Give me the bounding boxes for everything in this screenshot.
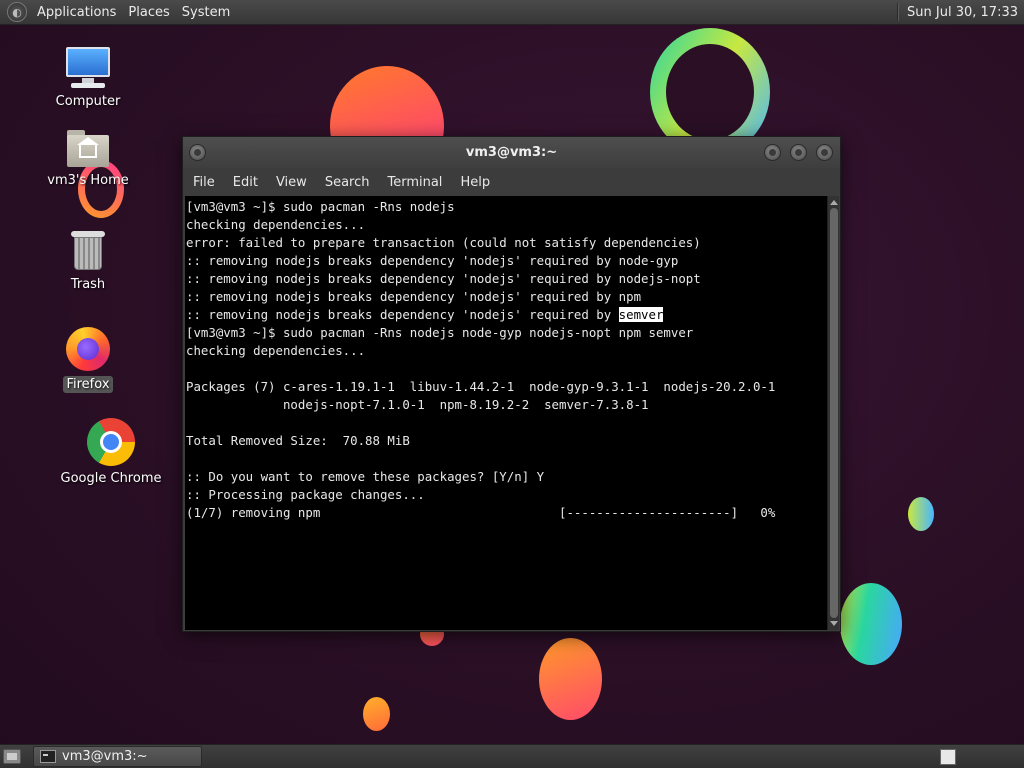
terminal-line: :: Processing package changes... (186, 487, 425, 502)
maximize-button[interactable] (790, 144, 807, 161)
chrome-icon (87, 418, 135, 466)
top-panel: ◐ Applications Places System Sun Jul 30,… (0, 0, 1024, 25)
desktop-icon-trash[interactable]: Trash (33, 228, 143, 293)
firefox-icon (65, 326, 111, 372)
terminal-line: Total Removed Size: 70.88 MiB (186, 433, 410, 448)
close-button[interactable] (816, 144, 833, 161)
menu-file[interactable]: File (186, 175, 222, 190)
terminal-line: error: failed to prepare transaction (co… (186, 235, 701, 250)
desktop-icon-label: Trash (70, 277, 106, 292)
menu-search[interactable]: Search (318, 175, 377, 190)
terminal-icon (40, 750, 56, 763)
wallpaper-blue-blob (840, 583, 902, 665)
menu-places[interactable]: Places (124, 5, 177, 20)
panel-separator (897, 3, 900, 21)
terminal-output[interactable]: [vm3@vm3 ~]$ sudo pacman -Rns nodejs che… (185, 196, 827, 630)
desktop-icon-computer[interactable]: Computer (33, 45, 143, 110)
desktop-icon-chrome[interactable]: Google Chrome (56, 418, 166, 487)
terminal-line: checking dependencies... (186, 217, 366, 232)
desktop-icon-firefox[interactable]: Firefox (33, 326, 143, 393)
terminal-line: :: removing nodejs breaks dependency 'no… (186, 289, 642, 304)
terminal-line: Packages (7) c-ares-1.19.1-1 libuv-1.44.… (186, 379, 776, 394)
terminal-line-text: :: removing nodejs breaks dependency 'no… (186, 307, 619, 322)
wallpaper-bottom-blob (539, 638, 602, 720)
desktop-icon-label: Firefox (63, 376, 113, 393)
terminal-line: :: removing nodejs breaks dependency 'no… (186, 271, 701, 286)
selected-text[interactable]: semver (618, 307, 664, 322)
show-desktop-icon[interactable] (3, 749, 21, 764)
terminal-line: nodejs-nopt-7.1.0-1 npm-8.19.2-2 semver-… (186, 397, 649, 412)
terminal-line: (1/7) removing npm [--------------------… (186, 505, 776, 520)
terminal-line-with-selection: :: removing nodejs breaks dependency 'no… (186, 306, 827, 324)
terminal-line: checking dependencies... (186, 343, 366, 358)
terminal-line: [vm3@vm3 ~]$ sudo pacman -Rns nodejs nod… (186, 325, 694, 340)
wallpaper-bottom-small-blob (363, 697, 390, 731)
clock[interactable]: Sun Jul 30, 17:33 (907, 5, 1024, 20)
taskbar-terminal-button[interactable]: vm3@vm3:~ (33, 746, 202, 767)
window-title: vm3@vm3:~ (465, 145, 558, 160)
terminal-area[interactable]: [vm3@vm3 ~]$ sudo pacman -Rns nodejs che… (185, 196, 839, 630)
menu-help[interactable]: Help (453, 175, 497, 190)
terminal-line: :: Do you want to remove these packages?… (186, 469, 545, 484)
terminal-line: [vm3@vm3 ~]$ sudo pacman -Rns nodejs (186, 199, 455, 214)
taskbar-terminal-label: vm3@vm3:~ (62, 749, 148, 764)
distro-logo-icon[interactable]: ◐ (7, 2, 27, 22)
trash-icon (69, 228, 107, 272)
window-titlebar[interactable]: vm3@vm3:~ (183, 137, 840, 168)
window-menu-button[interactable] (189, 144, 206, 161)
workspace-switcher-icon[interactable] (940, 749, 956, 765)
wallpaper-small-blob (908, 497, 934, 531)
terminal-scrollbar[interactable] (827, 196, 839, 630)
terminal-window: vm3@vm3:~ File Edit View Search Terminal… (182, 136, 841, 632)
scroll-down-arrow-icon[interactable] (830, 621, 838, 626)
home-folder-icon (65, 128, 111, 168)
desktop-icon-home[interactable]: vm3's Home (33, 128, 143, 189)
menu-edit[interactable]: Edit (226, 175, 265, 190)
menu-view[interactable]: View (269, 175, 314, 190)
desktop-icon-label: vm3's Home (47, 173, 129, 188)
scroll-thumb[interactable] (830, 208, 838, 618)
menu-terminal[interactable]: Terminal (380, 175, 449, 190)
minimize-button[interactable] (764, 144, 781, 161)
bottom-panel: vm3@vm3:~ (0, 744, 1024, 768)
menu-applications[interactable]: Applications (33, 5, 124, 20)
computer-icon (63, 45, 113, 89)
desktop-icon-label: Google Chrome (60, 471, 162, 486)
terminal-line: :: removing nodejs breaks dependency 'no… (186, 253, 679, 268)
scroll-up-arrow-icon[interactable] (830, 200, 838, 205)
desktop-icon-label: Computer (55, 94, 121, 109)
terminal-menubar: File Edit View Search Terminal Help (183, 168, 840, 196)
menu-system[interactable]: System (178, 5, 238, 20)
